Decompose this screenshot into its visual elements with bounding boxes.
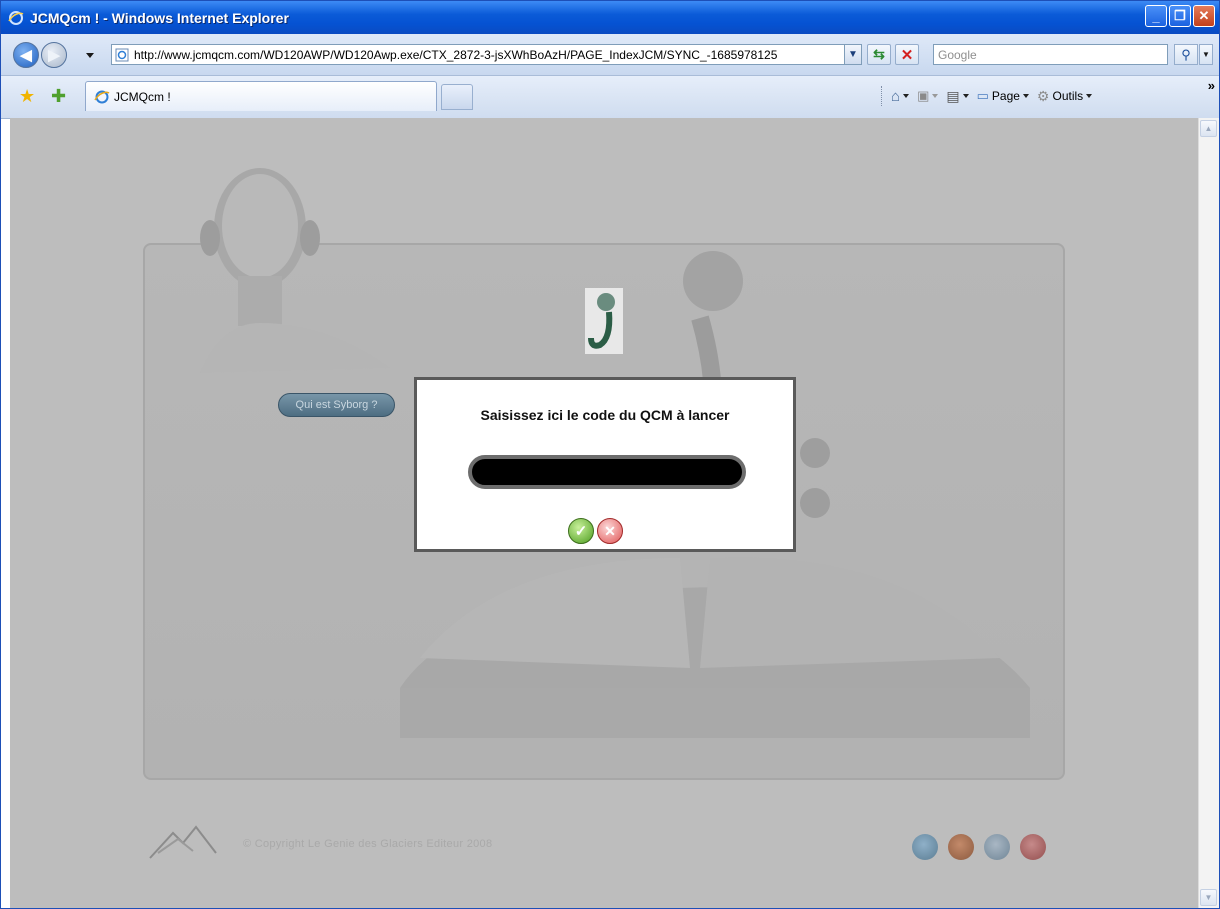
firefox-icon[interactable] xyxy=(948,834,974,860)
cross-icon: ✕ xyxy=(604,522,616,539)
page-menu-label: Page xyxy=(991,89,1020,103)
safari-icon[interactable] xyxy=(984,834,1010,860)
rss-icon: ▣ xyxy=(917,88,930,103)
glaciers-logo xyxy=(149,825,217,859)
opera-icon[interactable] xyxy=(1020,834,1046,860)
tab-jcmqcm[interactable]: JCMQcm ! xyxy=(85,81,437,111)
home-button[interactable]: ⌂ xyxy=(891,87,910,105)
address-dropdown-button[interactable]: ▼ xyxy=(844,44,862,65)
gear-icon: ⚙ xyxy=(1036,87,1050,104)
back-button[interactable]: ◀ xyxy=(13,42,39,68)
browser-window: JCMQcm ! - Windows Internet Explorer _ ❐… xyxy=(0,0,1220,909)
page-ie-icon xyxy=(115,48,129,61)
scroll-down-button[interactable]: ▼ xyxy=(1200,889,1217,906)
ie-icon[interactable] xyxy=(912,834,938,860)
recent-pages-dropdown[interactable] xyxy=(86,53,94,58)
tab-toolbar: ★ ✚ JCMQcm ! ⌂ ▣ ▤ ▭ Page ⚙ Outils » xyxy=(1,76,1219,119)
url-text: http://www.jcmqcm.com/WD120AWP/WD120Awp.… xyxy=(134,47,778,62)
arrow-right-icon: ▶ xyxy=(48,47,60,64)
qcm-code-input[interactable] xyxy=(468,455,746,489)
vertical-scrollbar[interactable]: ▲ ▼ xyxy=(1198,118,1219,908)
title-bar: JCMQcm ! - Windows Internet Explorer _ ❐… xyxy=(1,1,1219,34)
printer-icon: ▤ xyxy=(946,87,960,104)
favorites-star-icon[interactable]: ★ xyxy=(19,86,35,107)
new-tab-button[interactable] xyxy=(441,84,473,110)
home-icon: ⌂ xyxy=(891,87,901,105)
tab-label: JCMQcm ! xyxy=(114,89,171,104)
address-toolbar: ◀ ▶ http://www.jcmqcm.com/WD120AWP/WD120… xyxy=(1,34,1219,76)
refresh-icon: ⇆ xyxy=(873,46,885,62)
tools-menu-label: Outils xyxy=(1052,89,1084,103)
window-title: JCMQcm ! - Windows Internet Explorer xyxy=(30,9,289,26)
ie-icon xyxy=(8,10,24,25)
page-menu[interactable]: ▭ Page xyxy=(977,88,1029,104)
stop-icon: ✕ xyxy=(900,46,914,64)
checkmark-icon: ✓ xyxy=(574,523,588,540)
refresh-button[interactable]: ⇆ xyxy=(867,44,891,65)
search-input[interactable]: Google xyxy=(933,44,1168,65)
minimize-button[interactable]: _ xyxy=(1145,5,1167,27)
syborg-robot-image xyxy=(200,168,390,373)
who-is-syborg-button[interactable]: Qui est Syborg ? xyxy=(278,393,395,417)
add-favorite-icon[interactable]: ✚ xyxy=(51,86,66,107)
arrow-left-icon: ◀ xyxy=(20,47,32,64)
search-icon: ⚲ xyxy=(1181,46,1191,62)
search-button[interactable]: ⚲ xyxy=(1174,44,1198,65)
tools-menu[interactable]: ⚙ Outils xyxy=(1036,87,1093,105)
print-button[interactable]: ▤ xyxy=(946,87,969,105)
validate-button[interactable]: ✓ xyxy=(568,518,594,544)
copyright-text: © Copyright Le Genie des Glaciers Editeu… xyxy=(243,838,493,850)
code-dialog: Saisissez ici le code du QCM à lancer ✓ … xyxy=(414,377,796,552)
maximize-button[interactable]: ❐ xyxy=(1169,5,1191,27)
feeds-button[interactable]: ▣ xyxy=(917,88,939,104)
scroll-up-button[interactable]: ▲ xyxy=(1200,120,1217,137)
page-icon: ▭ xyxy=(976,88,989,103)
close-button[interactable]: ✕ xyxy=(1193,5,1215,27)
search-options-dropdown[interactable]: ▼ xyxy=(1199,44,1213,65)
more-commands-chevron[interactable]: » xyxy=(1208,78,1215,93)
dialog-title: Saisissez ici le code du QCM à lancer xyxy=(480,407,730,423)
stop-button[interactable]: ✕ xyxy=(895,44,919,65)
cancel-button[interactable]: ✕ xyxy=(597,518,623,544)
address-field[interactable]: http://www.jcmqcm.com/WD120AWP/WD120Awp.… xyxy=(111,44,862,65)
forward-button[interactable]: ▶ xyxy=(41,42,67,68)
browser-compat-icons xyxy=(912,834,1046,860)
toolbar-separator xyxy=(881,86,883,106)
tab-ie-icon xyxy=(94,90,110,103)
